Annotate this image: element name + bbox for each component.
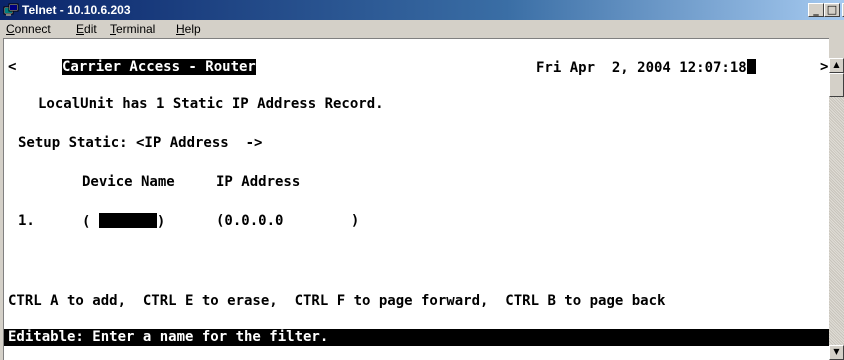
scroll-down-icon[interactable]: ▼ — [829, 345, 844, 360]
record-info-text: LocalUnit has 1 Static IP Address Record… — [38, 96, 384, 112]
telnet-window: Telnet - 10.10.6.203 _ □ × Connect Edit … — [0, 0, 844, 360]
left-scroll-marker: < — [8, 59, 17, 75]
menu-terminal[interactable]: Terminal — [110, 22, 155, 36]
column-header-ip-address: IP Address — [216, 174, 301, 190]
telnet-app-icon — [3, 3, 19, 16]
menu-edit[interactable]: Edit — [76, 22, 97, 36]
screen-datetime: Fri Apr 2, 2004 12:07:18 — [536, 59, 756, 76]
right-scroll-marker: > — [820, 59, 829, 75]
maximize-icon[interactable]: □ — [824, 3, 840, 17]
text-cursor — [746, 59, 756, 74]
setup-static-line: Setup Static: <IP Address -> — [18, 135, 263, 151]
menu-bar: Connect Edit Terminal Help — [0, 20, 844, 38]
shortcut-help-line: CTRL A to add, CTRL E to erase, CTRL F t… — [8, 293, 666, 309]
row-number: 1. — [18, 213, 35, 229]
menu-help[interactable]: Help — [176, 22, 201, 36]
window-title: Telnet - 10.10.6.203 — [22, 3, 131, 17]
screen-header-title: Carrier Access - Router — [62, 59, 256, 75]
status-line: Editable: Enter a name for the filter. — [4, 329, 830, 346]
device-name-input-highlight[interactable] — [98, 213, 157, 228]
menu-connect[interactable]: Connect — [6, 22, 51, 36]
vertical-scrollbar[interactable] — [829, 58, 844, 360]
terminal-screen[interactable]: < Carrier Access - Router Fri Apr 2, 200… — [3, 38, 830, 360]
scroll-up-icon[interactable]: ▲ — [829, 58, 844, 73]
scroll-thumb[interactable] — [829, 73, 844, 97]
ip-address-field[interactable]: (0.0.0.0 ) — [216, 213, 359, 229]
device-name-field[interactable]: ( ) — [82, 213, 165, 230]
minimize-icon[interactable]: _ — [808, 3, 824, 17]
column-header-device-name: Device Name — [82, 174, 175, 190]
title-bar[interactable]: Telnet - 10.10.6.203 _ □ × — [0, 0, 844, 20]
